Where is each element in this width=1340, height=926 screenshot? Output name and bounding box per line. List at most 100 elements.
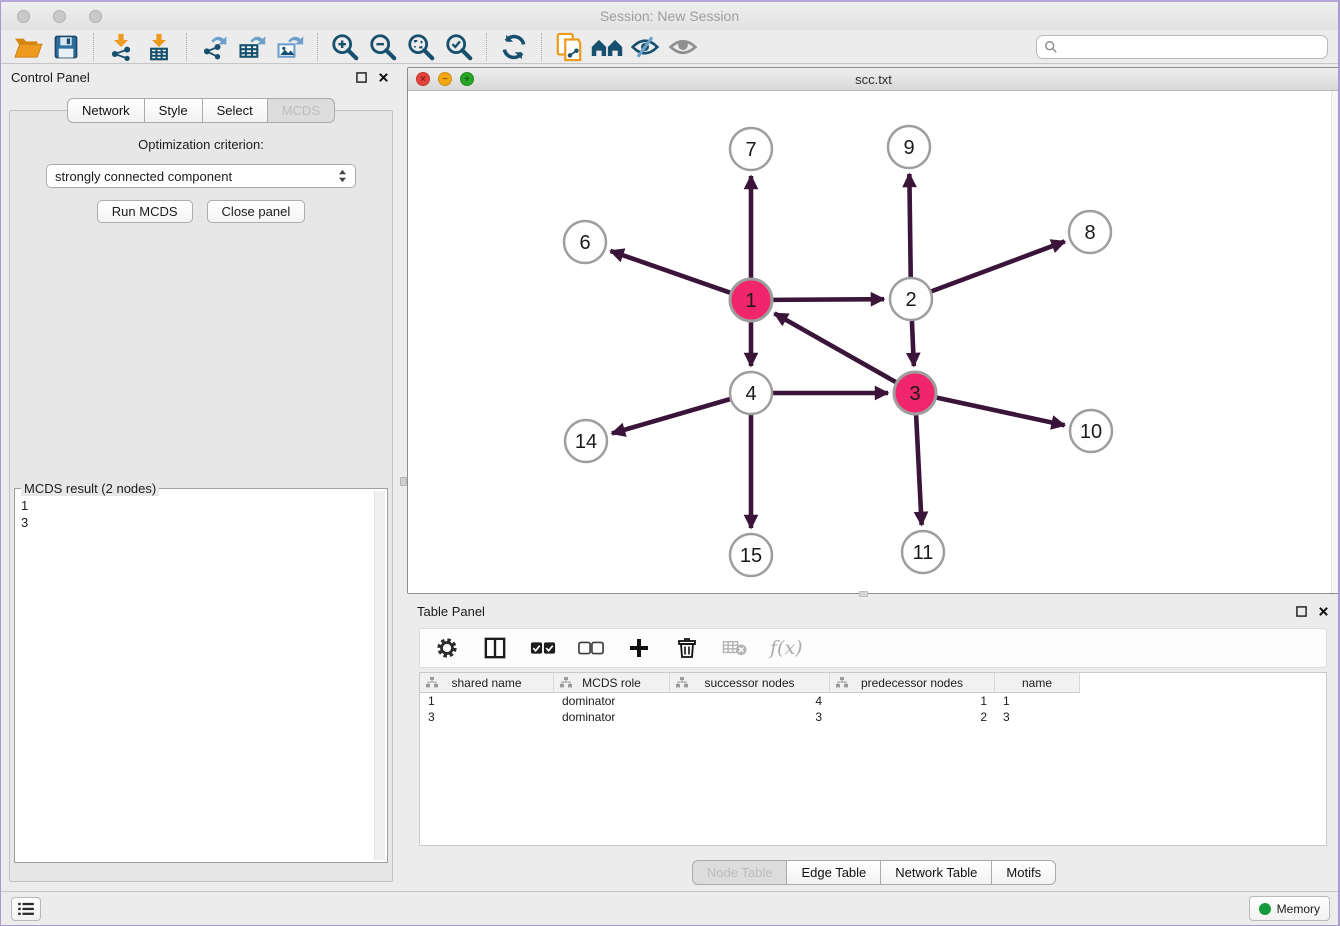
task-history-button[interactable] [11, 897, 41, 921]
table-cell: dominator [554, 709, 670, 725]
table-toolbar: f(x) [419, 628, 1327, 668]
tab-edge-table[interactable]: Edge Table [787, 860, 881, 885]
import-network-icon[interactable] [102, 31, 140, 63]
export-table-icon[interactable] [233, 31, 271, 63]
table-cell: 3 [420, 709, 554, 725]
search-icon [1044, 40, 1058, 54]
search-box[interactable] [1036, 35, 1328, 59]
network-view-window: × − + scc.txt 7968124314101511 [407, 67, 1340, 594]
table-tabs: Node TableEdge TableNetwork TableMotifs [407, 860, 1340, 885]
graph-node-label: 10 [1080, 421, 1102, 443]
graph-node-label: 8 [1084, 222, 1095, 244]
column-header-name[interactable]: name [995, 673, 1080, 693]
control-panel-tabs: NetworkStyleSelectMCDS [1, 98, 401, 123]
graph-edge-3-1[interactable] [774, 313, 896, 382]
close-panel-button[interactable]: Close panel [207, 200, 306, 223]
column-header-MCDS-role[interactable]: MCDS role [554, 673, 670, 693]
table-cell: 1 [420, 693, 554, 709]
export-image-icon[interactable] [271, 31, 309, 63]
network-canvas[interactable]: 7968124314101511 [408, 91, 1339, 593]
export-network-icon[interactable] [195, 31, 233, 63]
table-cell: 3 [670, 709, 830, 725]
select-all-icon[interactable] [530, 635, 556, 661]
mcds-result-list[interactable]: 13 [17, 491, 374, 860]
graph-node-label: 9 [903, 137, 914, 159]
memory-label: Memory [1277, 902, 1320, 916]
duplicate-network-icon[interactable] [550, 31, 588, 63]
column-header-shared-name[interactable]: shared name [420, 673, 554, 693]
column-header-predecessor-nodes[interactable]: predecessor nodes [830, 673, 995, 693]
graph-edge-1-2[interactable] [772, 299, 884, 300]
table-cell: 2 [830, 709, 995, 725]
tab-network[interactable]: Network [67, 98, 145, 123]
graph-node-label: 2 [905, 289, 916, 311]
table-float-panel-icon[interactable] [1293, 603, 1309, 619]
tab-motifs[interactable]: Motifs [992, 860, 1056, 885]
search-input[interactable] [1063, 40, 1327, 55]
table-row[interactable]: 3dominator323 [420, 709, 1326, 725]
add-column-icon[interactable] [626, 635, 652, 661]
graph-edge-2-3[interactable] [912, 320, 914, 366]
close-panel-icon[interactable] [375, 69, 391, 85]
table-cell: 1 [995, 693, 1080, 709]
graph-edge-2-9[interactable] [909, 174, 910, 278]
table-cell: 1 [830, 693, 995, 709]
zoom-fit-icon[interactable] [402, 31, 440, 63]
function-builder-icon[interactable]: f(x) [770, 637, 803, 659]
memory-button[interactable]: Memory [1249, 896, 1330, 921]
criterion-select[interactable]: strongly connected component [46, 164, 356, 188]
import-table-icon[interactable] [140, 31, 178, 63]
zoom-out-icon[interactable] [364, 31, 402, 63]
table-cell: 3 [995, 709, 1080, 725]
zoom-selected-icon[interactable] [440, 31, 478, 63]
tab-style[interactable]: Style [145, 98, 203, 123]
open-session-icon[interactable] [9, 31, 47, 63]
graph-edge-2-8[interactable] [931, 241, 1065, 291]
table-settings-icon[interactable] [434, 635, 460, 661]
graph-node-label: 3 [909, 383, 920, 405]
table-cell: dominator [554, 693, 670, 709]
apply-layout-icon[interactable] [495, 31, 533, 63]
graph-edge-1-6[interactable] [610, 251, 731, 293]
table-panel: Table Panel [407, 598, 1340, 894]
table-row[interactable]: 1dominator411 [420, 693, 1326, 709]
show-all-icon[interactable] [664, 31, 702, 63]
network-vscrollbar[interactable] [1331, 91, 1339, 593]
tab-select[interactable]: Select [203, 98, 268, 123]
save-session-icon[interactable] [47, 31, 85, 63]
network-graph: 7968124314101511 [408, 91, 1339, 593]
tab-mcds[interactable]: MCDS [268, 98, 335, 123]
mcds-result-box: MCDS result (2 nodes) 13 [14, 488, 388, 863]
first-neighbors-icon[interactable] [588, 31, 626, 63]
zoom-in-icon[interactable] [326, 31, 364, 63]
hide-selected-icon[interactable] [626, 31, 664, 63]
delete-column-icon[interactable] [674, 635, 700, 661]
node-table[interactable]: shared nameMCDS rolesuccessor nodesprede… [419, 672, 1327, 846]
graph-node-label: 7 [745, 139, 756, 161]
delete-table-icon[interactable] [722, 635, 748, 661]
tab-node-table[interactable]: Node Table [692, 860, 788, 885]
graph-node-label: 1 [745, 290, 756, 312]
mcds-panel: Optimization criterion: strongly connect… [9, 110, 393, 882]
float-panel-icon[interactable] [353, 69, 369, 85]
graph-edge-3-10[interactable] [936, 397, 1065, 425]
network-window-titlebar[interactable]: × − + scc.txt [408, 68, 1339, 91]
run-mcds-button[interactable]: Run MCDS [97, 200, 193, 223]
main-toolbar [1, 30, 1338, 64]
graph-edge-4-14[interactable] [612, 399, 731, 434]
horizontal-splitter-handle[interactable] [859, 591, 868, 597]
tab-network-table[interactable]: Network Table [881, 860, 992, 885]
split-panel-icon[interactable] [482, 635, 508, 661]
vertical-splitter-handle[interactable] [400, 477, 407, 486]
mcds-result-scrollbar[interactable] [374, 491, 385, 860]
column-header-successor-nodes[interactable]: successor nodes [670, 673, 830, 693]
table-close-panel-icon[interactable] [1315, 603, 1331, 619]
network-window-title: scc.txt [408, 72, 1339, 87]
deselect-all-icon[interactable] [578, 635, 604, 661]
mcds-result-line: 1 [21, 497, 370, 514]
graph-edge-3-11[interactable] [916, 414, 922, 525]
table-body: 1dominator4113dominator323 [420, 693, 1326, 725]
optimization-criterion-label: Optimization criterion: [10, 137, 392, 152]
table-panel-title: Table Panel [417, 604, 485, 619]
criterion-value: strongly connected component [55, 169, 338, 184]
